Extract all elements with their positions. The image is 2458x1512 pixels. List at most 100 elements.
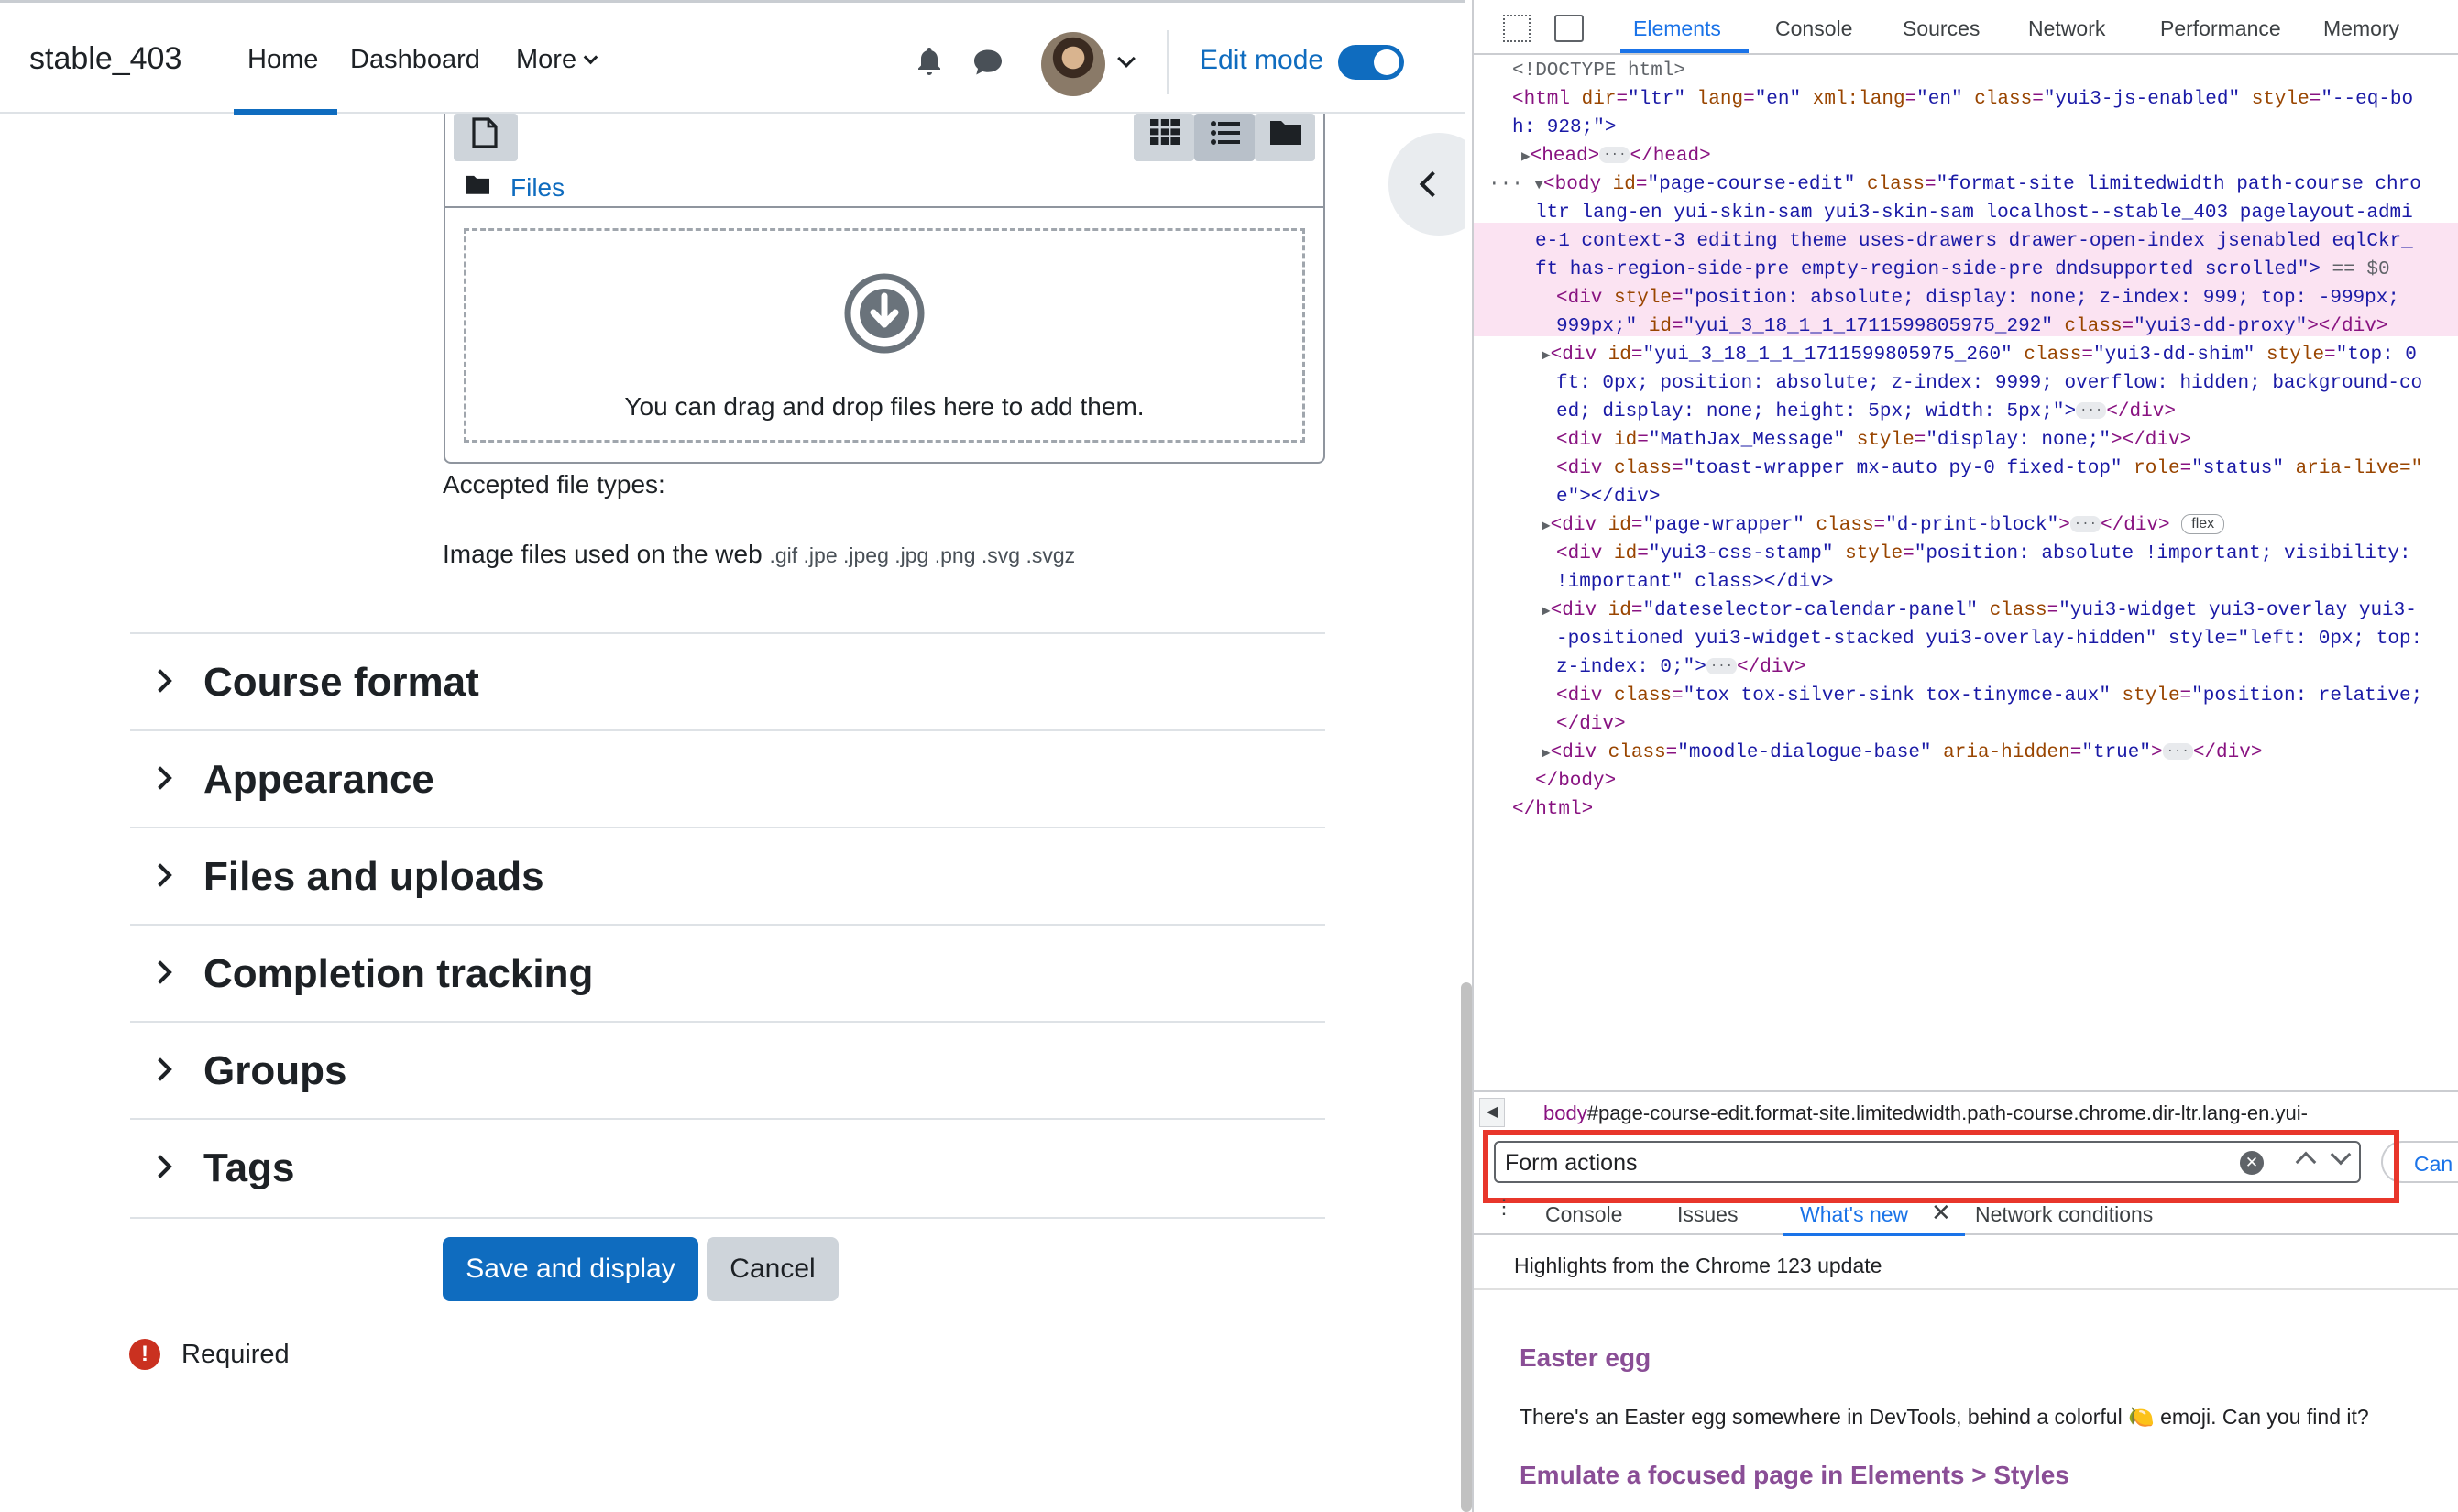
ellipsis-icon[interactable]: ··· (2069, 516, 2101, 533)
attr-name: lang (1696, 89, 1744, 110)
attr-value: "true" (2081, 742, 2151, 763)
bell-icon[interactable] (913, 45, 946, 78)
attr-name: class (2064, 316, 2123, 337)
tab-elements[interactable]: Elements (1633, 16, 1721, 41)
moodle-page: stable_403 Home Dashboard More Edit mode… (0, 0, 1465, 1512)
section-completion-tracking[interactable]: Completion tracking (130, 924, 1325, 1021)
section-groups[interactable]: Groups (130, 1021, 1325, 1118)
attr-name: class (1866, 174, 1925, 195)
view-tree-button[interactable] (1255, 114, 1315, 161)
section-appearance[interactable]: Appearance (130, 729, 1325, 827)
top-navbar: stable_403 Home Dashboard More Edit mode (0, 0, 1465, 115)
view-grid-button[interactable] (1134, 114, 1194, 161)
drawer-tab-console[interactable]: Console (1545, 1202, 1622, 1227)
tab-console[interactable]: Console (1775, 16, 1852, 41)
nav-dashboard[interactable]: Dashboard (350, 45, 480, 75)
collapse-triangle-icon[interactable]: ▼ (1534, 177, 1543, 193)
dropzone-text: You can drag and drop files here to add … (624, 392, 1145, 421)
dom-node[interactable]: ▶<div class="moodle-dialogue-base" aria-… (1542, 739, 2262, 767)
dom-node[interactable]: <!DOCTYPE html> (1512, 57, 1685, 85)
attr-value: "top: 0 (2335, 345, 2417, 366)
tab-sources[interactable]: Sources (1903, 16, 1980, 41)
drawer-tab-issues[interactable]: Issues (1677, 1202, 1738, 1227)
expand-triangle-icon[interactable]: ▶ (1542, 745, 1551, 761)
tab-memory[interactable]: Memory (2323, 16, 2399, 41)
attr-name: id (1614, 543, 1638, 564)
more-tabs-icon[interactable]: ⋮ (1494, 1197, 1514, 1217)
accepted-types-label: Accepted file types: (443, 470, 665, 499)
dom-node[interactable]: <div style="position: absolute; display:… (1556, 284, 2411, 312)
ellipsis-icon[interactable]: ··· (2076, 402, 2107, 420)
expand-triangle-icon[interactable]: ▶ (1521, 148, 1531, 165)
attr-name: style (2251, 89, 2310, 110)
save-and-display-button[interactable]: Save and display (443, 1237, 698, 1301)
nav-divider (1167, 30, 1169, 94)
attr-name: role (2134, 458, 2180, 479)
attr-name: aria-live=" (2295, 458, 2423, 479)
dom-node-page-wrapper[interactable]: ▶<div id="page-wrapper" class="d-print-b… (1542, 511, 2225, 540)
nav-more[interactable]: More (516, 45, 598, 75)
chevron-left-icon (1419, 170, 1446, 198)
inspect-element-icon[interactable] (1503, 15, 1531, 42)
attr-value: "yui_3_18_1_1_1711599805975_292" (1683, 316, 2053, 337)
attr-name: style (2122, 685, 2180, 707)
breadcrumb-selector: #page-course-edit.format-site.limitedwid… (1586, 1101, 2308, 1124)
drawer-tab-network-conditions[interactable]: Network conditions (1975, 1202, 2153, 1227)
dom-node[interactable]: </body> (1535, 767, 1616, 795)
dom-node[interactable]: ▶<div id="dateselector-calendar-panel" c… (1542, 597, 2417, 625)
chevron-down-icon (583, 49, 598, 65)
flex-badge[interactable]: flex (2181, 514, 2225, 535)
tab-network[interactable]: Network (2028, 16, 2105, 41)
dom-node-head[interactable]: ▶<head> ··· </head> (1521, 142, 1711, 170)
dom-breadcrumb[interactable]: body#page-course-edit.format-site.limite… (1543, 1101, 2308, 1125)
add-file-button[interactable] (454, 114, 518, 161)
drawer-active-indicator (1783, 1233, 1965, 1236)
dom-text: 999px;" id="yui_3_18_1_1_1711599805975_2… (1556, 316, 2388, 337)
drawer-tab-whats-new[interactable]: What's new (1800, 1202, 1908, 1227)
dom-text: -positioned yui3-widget-stacked yui3-ove… (1556, 625, 2422, 653)
cancel-button[interactable]: Cancel (707, 1237, 839, 1301)
section-tags[interactable]: Tags (130, 1118, 1325, 1215)
attr-value: ltr lang-en yui-skin-sam yui3-skin-sam l… (1535, 203, 2413, 224)
tab-performance[interactable]: Performance (2160, 16, 2281, 41)
dom-node[interactable]: ▶<div id="yui_3_18_1_1_1711599805975_260… (1542, 341, 2417, 369)
open-drawer-button[interactable] (1388, 133, 1465, 236)
chevron-right-icon (148, 1057, 172, 1081)
close-icon[interactable]: ✕ (1931, 1199, 1951, 1227)
dom-node[interactable]: <div id="MathJax_Message" style="display… (1556, 426, 2191, 455)
edit-mode-toggle[interactable] (1338, 45, 1404, 80)
attr-name: class (1974, 89, 2033, 110)
whats-new-item-title[interactable]: Easter egg (1520, 1343, 1651, 1373)
page-scrollbar[interactable] (1461, 982, 1472, 1512)
site-brand[interactable]: stable_403 (29, 41, 181, 77)
tag: </html> (1512, 799, 1594, 820)
chevron-down-icon[interactable] (1117, 49, 1136, 68)
section-files-and-uploads[interactable]: Files and uploads (130, 827, 1325, 924)
tag: <div (1550, 515, 1608, 536)
section-course-format[interactable]: Course format (130, 632, 1325, 729)
dom-node[interactable]: <div class="tox tox-silver-sink tox-tiny… (1556, 682, 2422, 710)
tag: <html (1512, 89, 1582, 110)
device-toolbar-icon[interactable] (1554, 15, 1584, 42)
user-avatar[interactable] (1041, 32, 1105, 96)
dom-node-html[interactable]: <html dir="ltr" lang="en" xml:lang="en" … (1512, 85, 2413, 114)
chat-icon[interactable] (971, 47, 1004, 78)
dom-node[interactable]: <div class="toast-wrapper mx-auto py-0 f… (1556, 455, 2422, 483)
section-title: Appearance (203, 757, 434, 802)
expand-triangle-icon[interactable]: ▶ (1542, 347, 1551, 364)
dom-text: e-1 context-3 editing theme uses-drawers… (1535, 227, 2413, 256)
whats-new-item-title[interactable]: Emulate a focused page in Elements > Sty… (1520, 1461, 2069, 1490)
folder-icon (1270, 121, 1301, 145)
scroll-left-icon[interactable]: ◀ (1479, 1098, 1505, 1127)
view-list-button[interactable] (1194, 114, 1255, 161)
ellipsis-icon[interactable]: ··· (2162, 743, 2193, 761)
ellipsis-icon[interactable]: ··· (1599, 147, 1630, 164)
expand-triangle-icon[interactable]: ▶ (1542, 603, 1551, 619)
nav-home[interactable]: Home (247, 45, 318, 75)
dom-node-body[interactable]: ··· ▼<body id="page-course-edit" class="… (1488, 170, 2421, 199)
ellipsis-icon[interactable]: ··· (1706, 658, 1738, 675)
files-breadcrumb-link[interactable]: Files (510, 173, 565, 203)
dom-node[interactable]: <div id="yui3-css-stamp" style="position… (1556, 540, 2422, 568)
expand-triangle-icon[interactable]: ▶ (1542, 518, 1551, 534)
dom-node[interactable]: </html> (1512, 795, 1593, 824)
